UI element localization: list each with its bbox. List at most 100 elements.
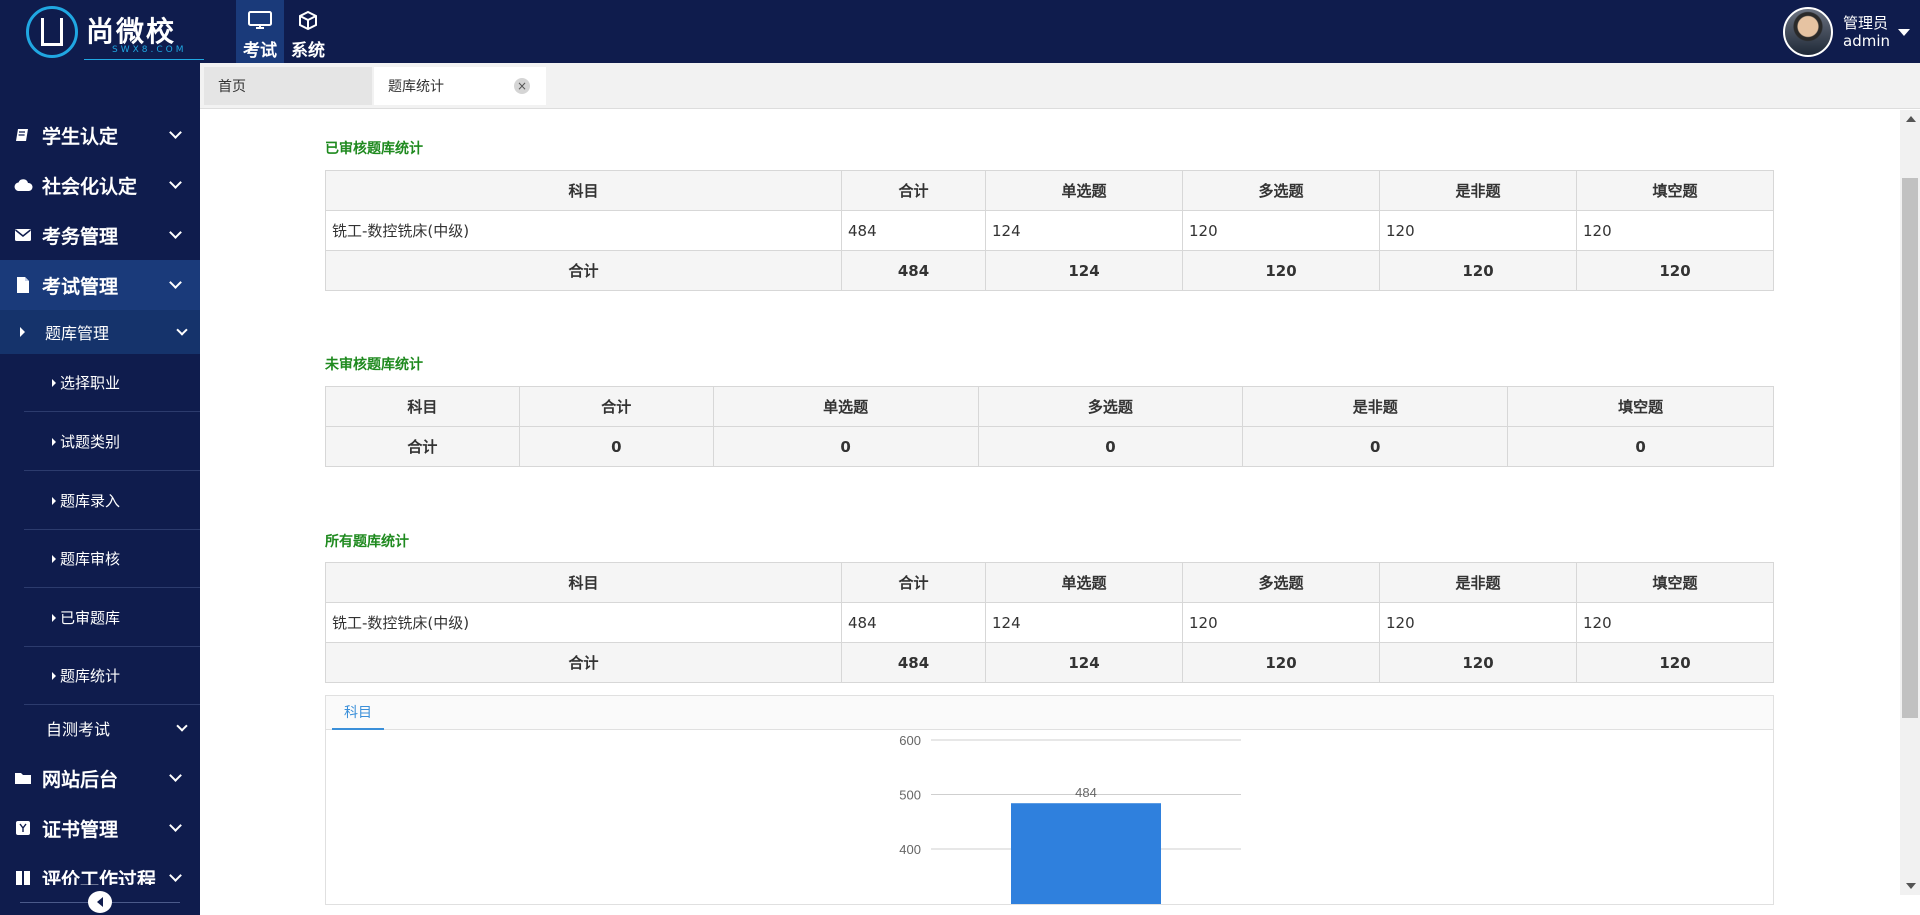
- top-header: 尚微校 SWX8.COM 考试 系统 管理员 admin: [0, 0, 1920, 63]
- sidebar-collapse-button[interactable]: [88, 891, 112, 913]
- cell-truefalse: 120: [1379, 250, 1577, 291]
- cell-total: 0: [518, 426, 714, 467]
- sidebar-item-website-admin[interactable]: 网站后台: [0, 753, 200, 803]
- cell-total-label: 合计: [325, 426, 520, 467]
- caret-down-icon[interactable]: [1898, 28, 1910, 36]
- table-approved: 科目 合计 单选题 多选题 是非题 填空题 铣工-数控铣床(中级) 484 12…: [325, 170, 1774, 291]
- table-total-row: 合计 484 124 120 120 120: [325, 642, 1774, 683]
- chevron-down-icon: [176, 324, 188, 336]
- scrollbar-thumb[interactable]: [1902, 178, 1918, 718]
- cell-truefalse: 0: [1242, 426, 1509, 467]
- topnav-exam-label: 考试: [243, 41, 277, 61]
- col-header: 单选题: [985, 170, 1183, 211]
- chevron-down-icon: [169, 769, 182, 782]
- sidebar-item-student-cert[interactable]: 学生认定: [0, 110, 200, 160]
- cell-total: 484: [841, 602, 986, 643]
- avatar[interactable]: [1783, 7, 1833, 57]
- sidebar-item-question-category[interactable]: 试题类别: [24, 413, 200, 471]
- cell-multi: 120: [1182, 602, 1380, 643]
- cell-total: 484: [841, 210, 986, 251]
- sidebar-item-select-occupation[interactable]: 选择职业: [24, 354, 200, 412]
- certificate-icon: [12, 819, 34, 837]
- tab-home[interactable]: 首页: [204, 67, 372, 105]
- tab-home-label: 首页: [218, 79, 246, 95]
- topnav-system[interactable]: 系统: [284, 0, 332, 63]
- cell-single: 124: [985, 602, 1183, 643]
- cell-multi: 0: [977, 426, 1244, 467]
- sidebar-item-exam-affairs[interactable]: 考务管理: [0, 210, 200, 260]
- cell-multi: 120: [1182, 210, 1380, 251]
- sidebar-item-question-entry[interactable]: 题库录入: [24, 472, 200, 530]
- bar-chart: 600 500 400 484: [899, 733, 1241, 904]
- sidebar-item-question-review[interactable]: 题库审核: [24, 530, 200, 588]
- sidebar-item-social-cert[interactable]: 社会化认定: [0, 160, 200, 210]
- col-header: 单选题: [712, 386, 979, 427]
- topnav-exam[interactable]: 考试: [236, 0, 284, 63]
- caret-left-icon: [97, 897, 103, 907]
- cell-fill: 0: [1507, 426, 1774, 467]
- user-role: 管理员: [1843, 14, 1889, 32]
- cell-truefalse: 120: [1379, 602, 1577, 643]
- tab-bank-statistics[interactable]: 题库统计 ×: [374, 67, 546, 105]
- y-tick-label: 400: [899, 842, 921, 857]
- chevron-down-icon: [169, 176, 182, 189]
- brand-sub: SWX8.COM: [112, 45, 187, 55]
- folder-icon: [12, 769, 34, 787]
- scroll-up-icon[interactable]: [1906, 116, 1916, 122]
- file-icon: [12, 276, 34, 294]
- sidebar-item-exam-management[interactable]: 考试管理: [0, 260, 200, 310]
- sidebar-leaf-label: 试题类别: [60, 433, 121, 451]
- cell-total-label: 合计: [325, 250, 842, 291]
- col-header: 单选题: [985, 562, 1183, 603]
- cube-icon: [296, 10, 320, 32]
- brand-logo[interactable]: 尚微校 SWX8.COM: [22, 4, 222, 60]
- main-content: 已审核题库统计 科目 合计 单选题 多选题 是非题 填空题 铣工-数控铣床(中级…: [200, 110, 1900, 905]
- scroll-down-icon[interactable]: [1906, 883, 1916, 889]
- chevron-down-icon: [169, 226, 182, 239]
- cell-subject: 铣工-数控铣床(中级): [325, 602, 842, 643]
- cell-truefalse: 120: [1379, 210, 1577, 251]
- col-header: 填空题: [1507, 386, 1774, 427]
- col-header: 多选题: [1182, 170, 1380, 211]
- table-header-row: 科目 合计 单选题 多选题 是非题 填空题: [325, 170, 1774, 211]
- cell-total: 484: [841, 642, 986, 683]
- chart-panel: 科目 600 500 400 484: [325, 695, 1774, 905]
- caret-right-icon: [52, 554, 56, 563]
- col-header: 合计: [518, 386, 714, 427]
- cell-total-label: 合计: [325, 642, 842, 683]
- cell-fill: 120: [1576, 210, 1774, 251]
- sidebar-group-label: 学生认定: [42, 125, 119, 148]
- page-tabs: 首页 题库统计 ×: [200, 63, 1920, 109]
- sidebar-item-reviewed-bank[interactable]: 已审题库: [24, 589, 200, 647]
- col-header: 填空题: [1576, 562, 1774, 603]
- table-header-row: 科目 合计 单选题 多选题 是非题 填空题: [325, 386, 1774, 427]
- close-icon[interactable]: ×: [514, 78, 530, 94]
- cell-multi: 120: [1182, 250, 1380, 291]
- cell-total: 484: [841, 250, 986, 291]
- col-header: 多选题: [1182, 562, 1380, 603]
- cell-single: 124: [985, 642, 1183, 683]
- user-name: admin: [1843, 32, 1890, 50]
- col-header: 科目: [325, 386, 520, 427]
- caret-right-icon: [52, 613, 56, 622]
- sidebar-group-label: 考试管理: [42, 275, 119, 298]
- sidebar-leaf-label: 题库统计: [60, 667, 121, 685]
- sidebar-item-bank-statistics[interactable]: 题库统计: [24, 647, 200, 705]
- cell-fill: 120: [1576, 642, 1774, 683]
- sidebar-item-certificate-management[interactable]: 证书管理: [0, 803, 200, 853]
- y-tick-label: 500: [899, 788, 921, 803]
- sidebar-item-self-test[interactable]: 自测考试: [0, 706, 200, 750]
- sidebar-leaf-label: 题库录入: [60, 492, 121, 510]
- chevron-down-icon: [176, 720, 188, 732]
- table-row: 铣工-数控铣床(中级) 484 124 120 120 120: [325, 210, 1774, 251]
- user-menu[interactable]: 管理员 admin: [1783, 6, 1910, 58]
- col-header: 合计: [841, 170, 986, 211]
- logo-mark-icon: [26, 6, 78, 58]
- chart-tab-subject[interactable]: 科目: [332, 696, 384, 730]
- y-tick-label: 600: [899, 733, 921, 748]
- section-title-all: 所有题库统计: [325, 534, 409, 550]
- chart-bar[interactable]: [1011, 803, 1161, 904]
- sidebar-group-label: 考务管理: [42, 225, 119, 248]
- content-scrollbar[interactable]: [1900, 110, 1920, 895]
- sidebar-item-question-bank[interactable]: 题库管理: [0, 310, 200, 354]
